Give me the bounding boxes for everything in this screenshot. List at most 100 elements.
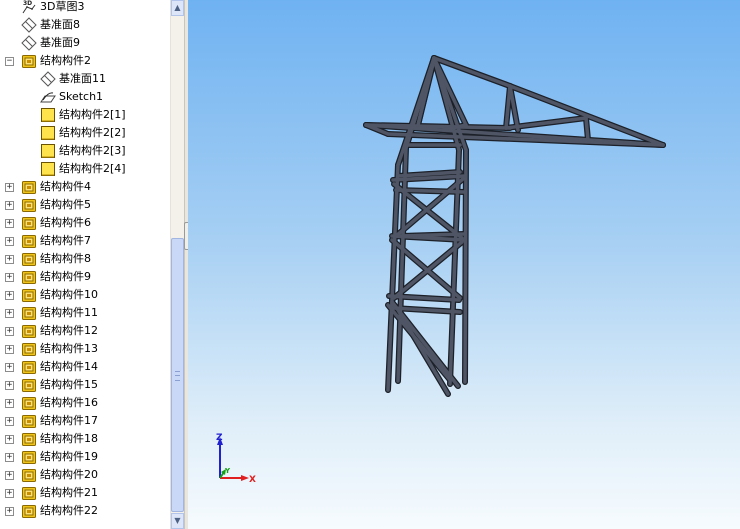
expand-icon[interactable]: + <box>5 291 14 300</box>
expand-icon[interactable]: + <box>5 417 14 426</box>
tree-item[interactable]: + 结构构件8 <box>0 250 170 268</box>
tree-item[interactable]: + 结构构件10 <box>0 286 170 304</box>
expand-icon[interactable]: + <box>5 219 14 228</box>
tree-item[interactable]: − 结构构件2 <box>0 52 170 70</box>
expand-icon[interactable]: + <box>5 435 14 444</box>
expand-icon[interactable]: + <box>5 237 14 246</box>
scroll-up-arrow-icon[interactable]: ▲ <box>171 0 184 16</box>
scroll-down-arrow-icon[interactable]: ▼ <box>171 513 184 529</box>
tree-item-label: 结构构件21 <box>40 486 98 499</box>
tree-item[interactable]: + 结构构件21 <box>0 484 170 502</box>
collapse-icon[interactable]: − <box>5 57 14 66</box>
tree-item[interactable]: + 结构构件5 <box>0 196 170 214</box>
tree-item[interactable]: 基准面9 <box>0 34 170 52</box>
tree-item-label: 结构构件2[3] <box>59 144 126 157</box>
crane-member[interactable] <box>463 148 468 384</box>
feature-tree-list: 3D 3D草图3 基准面8 基准面9 − 结构构件2 基准面11 Sketch1 结构构件2[1… <box>0 0 170 520</box>
tree-item-label: 结构构件7 <box>40 234 91 247</box>
structure-member-folder-icon <box>21 395 37 411</box>
structure-member-folder-icon <box>21 305 37 321</box>
tree-item-label: 结构构件8 <box>40 252 91 265</box>
expand-icon[interactable]: + <box>5 453 14 462</box>
graphics-viewport[interactable]: Z X Y <box>188 0 740 529</box>
expand-icon[interactable]: + <box>5 471 14 480</box>
structure-member-body-icon <box>40 143 56 159</box>
tree-item-label: 基准面9 <box>40 36 80 49</box>
structure-member-folder-icon <box>21 287 37 303</box>
3d-sketch-icon: 3D <box>21 0 37 15</box>
tree-item[interactable]: 结构构件2[3] <box>0 142 170 160</box>
tree-item-label: 结构构件20 <box>40 468 98 481</box>
tree-item[interactable]: + 结构构件6 <box>0 214 170 232</box>
expand-icon[interactable]: + <box>5 381 14 390</box>
tree-item[interactable]: + 结构构件11 <box>0 304 170 322</box>
tree-item[interactable]: 基准面8 <box>0 16 170 34</box>
tree-item-label: 结构构件9 <box>40 270 91 283</box>
structure-member-folder-icon <box>21 197 37 213</box>
tree-item[interactable]: + 结构构件4 <box>0 178 170 196</box>
tree-scrollbar[interactable]: ▲ ▼ <box>170 0 184 529</box>
tree-item-label: 结构构件16 <box>40 396 98 409</box>
tree-item[interactable]: + 结构构件19 <box>0 448 170 466</box>
scrollbar-thumb[interactable] <box>171 238 184 512</box>
structure-member-body-icon <box>40 161 56 177</box>
feature-tree-panel: 3D 3D草图3 基准面8 基准面9 − 结构构件2 基准面11 Sketch1 结构构件2[1… <box>0 0 170 529</box>
structure-member-folder-icon <box>21 215 37 231</box>
expand-icon[interactable]: + <box>5 327 14 336</box>
tree-item[interactable]: + 结构构件15 <box>0 376 170 394</box>
tree-item-label: 结构构件2[1] <box>59 108 126 121</box>
tree-item[interactable]: + 结构构件7 <box>0 232 170 250</box>
tree-item-label: 结构构件6 <box>40 216 91 229</box>
tree-item[interactable]: Sketch1 <box>0 88 170 106</box>
tree-item[interactable]: + 结构构件17 <box>0 412 170 430</box>
expand-icon[interactable]: + <box>5 507 14 516</box>
structure-member-folder-icon <box>21 179 37 195</box>
tree-item-label: Sketch1 <box>59 90 104 103</box>
crane-member[interactable] <box>396 308 450 396</box>
tree-item[interactable]: + 结构构件13 <box>0 340 170 358</box>
tree-item[interactable]: + 结构构件22 <box>0 502 170 520</box>
expand-icon[interactable]: + <box>5 201 14 210</box>
tree-item-label: 结构构件14 <box>40 360 98 373</box>
structure-member-folder-icon <box>21 431 37 447</box>
tree-item-label: 结构构件2 <box>40 54 91 67</box>
sketch-icon <box>40 89 56 105</box>
crane-member[interactable] <box>584 116 590 142</box>
expand-icon[interactable]: + <box>5 489 14 498</box>
structure-member-folder-icon <box>21 341 37 357</box>
tree-item[interactable]: + 结构构件9 <box>0 268 170 286</box>
tree-item[interactable]: 3D 3D草图3 <box>0 0 170 16</box>
tree-item[interactable]: + 结构构件18 <box>0 430 170 448</box>
tree-item[interactable]: 结构构件2[2] <box>0 124 170 142</box>
structure-member-folder-icon <box>21 485 37 501</box>
tree-item-label: 结构构件13 <box>40 342 98 355</box>
expand-icon[interactable]: + <box>5 273 14 282</box>
tree-item[interactable]: + 结构构件14 <box>0 358 170 376</box>
tree-item-label: 结构构件17 <box>40 414 98 427</box>
tree-item[interactable]: + 结构构件12 <box>0 322 170 340</box>
tree-item-label: 结构构件5 <box>40 198 91 211</box>
plane-icon <box>40 71 56 87</box>
tree-item[interactable]: 结构构件2[4] <box>0 160 170 178</box>
expand-icon[interactable]: + <box>5 399 14 408</box>
tower-crane-model[interactable] <box>188 0 740 529</box>
tree-item[interactable]: 基准面11 <box>0 70 170 88</box>
tree-item-label: 结构构件4 <box>40 180 91 193</box>
tree-item[interactable]: + 结构构件16 <box>0 394 170 412</box>
tree-item[interactable]: 结构构件2[1] <box>0 106 170 124</box>
scrollbar-grip-icon <box>175 371 180 381</box>
expand-icon[interactable]: + <box>5 363 14 372</box>
reference-triad: Z X Y <box>216 433 256 485</box>
plane-icon <box>21 17 37 33</box>
structure-member-body-icon <box>40 125 56 141</box>
tree-item-label: 结构构件11 <box>40 306 98 319</box>
expand-icon[interactable]: + <box>5 255 14 264</box>
tree-item[interactable]: + 结构构件20 <box>0 466 170 484</box>
expand-icon[interactable]: + <box>5 309 14 318</box>
structure-member-folder-icon <box>21 233 37 249</box>
x-axis-label: X <box>249 475 256 485</box>
expand-icon[interactable]: + <box>5 183 14 192</box>
x-axis-arrow-icon <box>241 475 249 481</box>
tree-item-label: 基准面11 <box>59 72 106 85</box>
expand-icon[interactable]: + <box>5 345 14 354</box>
